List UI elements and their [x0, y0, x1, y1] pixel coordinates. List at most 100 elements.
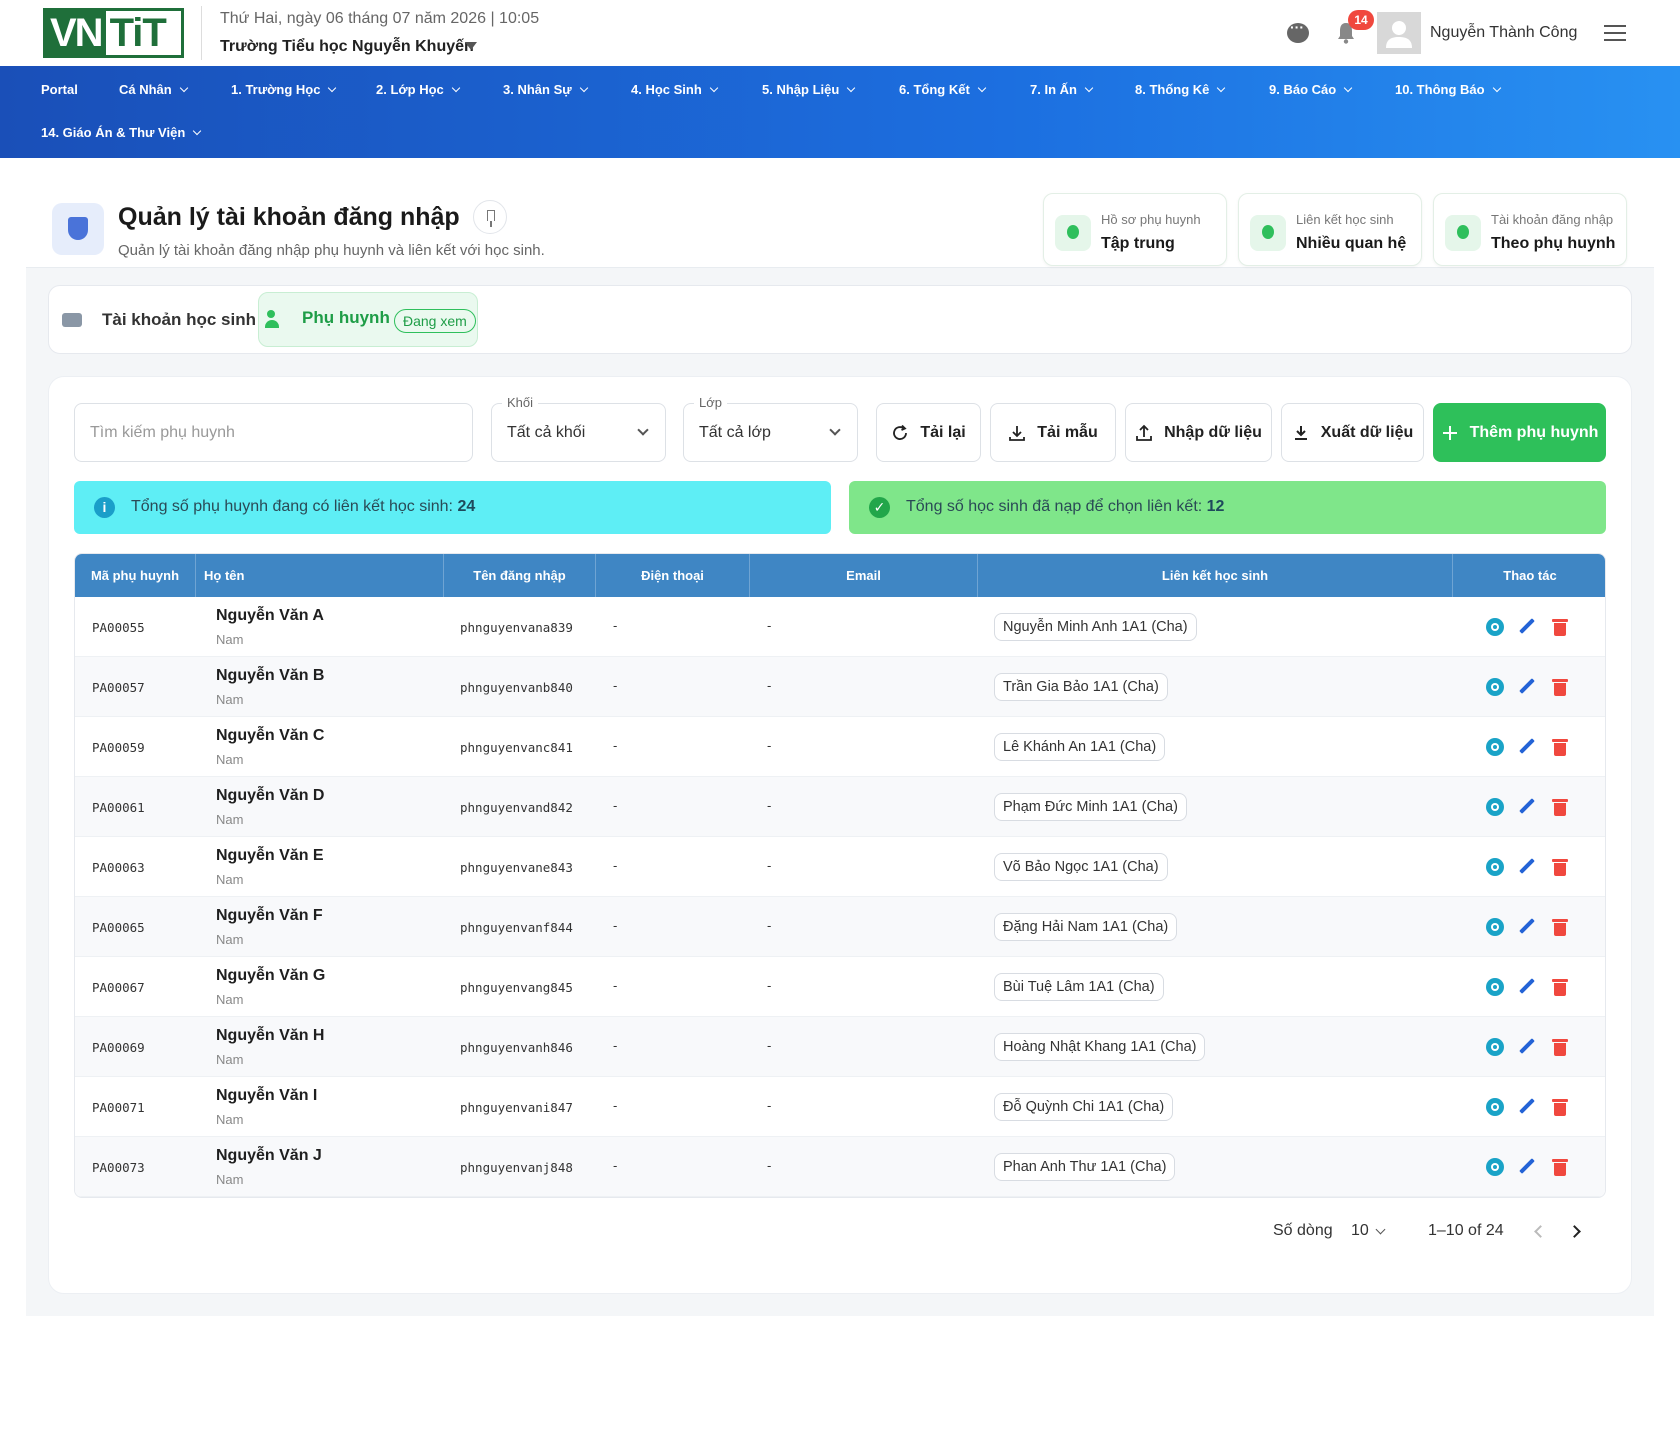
- table-row[interactable]: PA00059 Nguyễn Văn C Nam phnguyenvanc841 - - L…: [75, 717, 1605, 777]
- student-link-chip[interactable]: Võ Bảo Ngọc 1A1 (Cha): [994, 853, 1168, 881]
- column-header[interactable]: Điện thoại: [596, 554, 750, 597]
- delete-icon[interactable]: [1551, 618, 1569, 636]
- user-name[interactable]: Nguyễn Thành Công: [1430, 24, 1577, 42]
- table-row[interactable]: PA00071 Nguyễn Văn I Nam phnguyenvani847 - - Đ…: [75, 1077, 1605, 1137]
- nav-item-nhan-su[interactable]: 3. Nhân Sự: [503, 82, 588, 97]
- student-link-chip[interactable]: Nguyễn Minh Anh 1A1 (Cha): [994, 613, 1197, 641]
- student-link-chip[interactable]: Trần Gia Bảo 1A1 (Cha): [994, 673, 1168, 701]
- tab-label: Phụ huynh: [302, 308, 390, 327]
- column-header[interactable]: Họ tên: [196, 554, 444, 597]
- delete-icon[interactable]: [1551, 1038, 1569, 1056]
- column-header[interactable]: Mã phụ huynh: [75, 554, 196, 597]
- parent-gender: Nam: [216, 692, 244, 707]
- nav-item-hoc-sinh[interactable]: 4. Học Sinh: [631, 82, 719, 97]
- edit-icon[interactable]: [1518, 978, 1536, 996]
- delete-icon[interactable]: [1551, 858, 1569, 876]
- edit-icon[interactable]: [1518, 918, 1536, 936]
- parent-gender: Nam: [216, 872, 244, 887]
- view-icon[interactable]: [1486, 978, 1504, 996]
- notification-badge[interactable]: 14: [1348, 10, 1374, 30]
- table-row[interactable]: PA00057 Nguyễn Văn B Nam phnguyenvanb840 - - T…: [75, 657, 1605, 717]
- view-icon[interactable]: [1486, 738, 1504, 756]
- nav-item-in-an[interactable]: 7. In Ấn: [1030, 82, 1094, 97]
- column-header[interactable]: Email: [750, 554, 978, 597]
- column-header[interactable]: Tên đăng nhập: [444, 554, 596, 597]
- phone: -: [613, 918, 618, 933]
- table-row[interactable]: PA00063 Nguyễn Văn E Nam phnguyenvane843 - - V…: [75, 837, 1605, 897]
- student-link-chip[interactable]: Hoàng Nhật Khang 1A1 (Cha): [994, 1033, 1206, 1061]
- table-row[interactable]: PA00073 Nguyễn Văn J Nam phnguyenvanj848 - - P…: [75, 1137, 1605, 1197]
- nav-item-thong-ke[interactable]: 8. Thống Kê: [1135, 82, 1226, 97]
- delete-icon[interactable]: [1551, 1158, 1569, 1176]
- view-icon[interactable]: [1486, 618, 1504, 636]
- view-icon[interactable]: [1486, 918, 1504, 936]
- search-input[interactable]: [74, 403, 473, 462]
- table-row[interactable]: PA00067 Nguyễn Văn G Nam phnguyenvang845 - - B…: [75, 957, 1605, 1017]
- table-row[interactable]: PA00055 Nguyễn Văn A Nam phnguyenvana839 - - N…: [75, 597, 1605, 657]
- delete-icon[interactable]: [1551, 678, 1569, 696]
- student-link-chip[interactable]: Bùi Tuệ Lâm 1A1 (Cha): [994, 973, 1164, 1001]
- parent-gender: Nam: [216, 1112, 244, 1127]
- school-selector[interactable]: Trường Tiểu học Nguyễn Khuyến: [220, 38, 474, 56]
- nav-item-tong-ket[interactable]: 6. Tổng Kết: [899, 82, 987, 97]
- edit-icon[interactable]: [1518, 678, 1536, 696]
- pin-button[interactable]: [473, 200, 507, 234]
- view-icon[interactable]: [1486, 858, 1504, 876]
- student-link-chip[interactable]: Đỗ Quỳnh Chi 1A1 (Cha): [994, 1093, 1174, 1121]
- edit-icon[interactable]: [1518, 1098, 1536, 1116]
- view-icon[interactable]: [1486, 1038, 1504, 1056]
- view-icon[interactable]: [1486, 678, 1504, 696]
- edit-icon[interactable]: [1518, 798, 1536, 816]
- grade-select[interactable]: Khối Tất cả khối: [491, 395, 666, 462]
- delete-icon[interactable]: [1551, 798, 1569, 816]
- column-header[interactable]: Liên kết học sinh: [978, 554, 1453, 597]
- nav-item-nhap-lieu[interactable]: 5. Nhập Liệu: [762, 82, 856, 97]
- table-row[interactable]: PA00065 Nguyễn Văn F Nam phnguyenvanf844 - - Đ…: [75, 897, 1605, 957]
- edit-icon[interactable]: [1518, 1038, 1536, 1056]
- chat-icon[interactable]: [1287, 19, 1309, 43]
- delete-icon[interactable]: [1551, 918, 1569, 936]
- delete-icon[interactable]: [1551, 738, 1569, 756]
- hamburger-menu-icon[interactable]: [1604, 25, 1626, 41]
- class-select[interactable]: Lớp Tất cả lớp: [683, 395, 858, 462]
- column-header[interactable]: Thao tác: [1453, 554, 1605, 597]
- tab-parents[interactable]: Phụ huynh Đang xem: [258, 292, 478, 347]
- nav-item-bao-cao[interactable]: 9. Báo Cáo: [1269, 82, 1353, 97]
- page-icon: [52, 203, 104, 255]
- import-data-button[interactable]: Nhập dữ liệu: [1125, 403, 1272, 462]
- view-icon[interactable]: [1486, 1098, 1504, 1116]
- nav-item-truong-hoc[interactable]: 1. Trường Học: [231, 82, 337, 97]
- nav-item-lop-hoc[interactable]: 2. Lớp Học: [376, 82, 460, 97]
- student-link-chip[interactable]: Phan Anh Thư 1A1 (Cha): [994, 1153, 1176, 1181]
- nav-item-ca-nhan[interactable]: Cá Nhân: [119, 82, 188, 97]
- reload-button[interactable]: Tải lại: [876, 403, 981, 462]
- rows-per-page-select[interactable]: 10: [1351, 1222, 1369, 1240]
- avatar[interactable]: [1377, 12, 1421, 54]
- export-data-button[interactable]: Xuất dữ liệu: [1281, 403, 1424, 462]
- vntit-logo[interactable]: VN TiT: [43, 8, 184, 58]
- delete-icon[interactable]: [1551, 1098, 1569, 1116]
- delete-icon[interactable]: [1551, 978, 1569, 996]
- nav-item-giao-an[interactable]: 14. Giáo Án & Thư Viện: [41, 125, 202, 140]
- view-icon[interactable]: [1486, 1158, 1504, 1176]
- nav-item-thong-bao[interactable]: 10. Thông Báo: [1395, 82, 1501, 97]
- parent-name: Nguyễn Văn B: [216, 667, 325, 684]
- parent-name: Nguyễn Văn J: [216, 1147, 322, 1164]
- tab-student-accounts[interactable]: Tài khoản học sinh: [62, 300, 256, 340]
- nav-item-portal[interactable]: Portal: [41, 82, 78, 97]
- student-link-chip[interactable]: Phạm Đức Minh 1A1 (Cha): [994, 793, 1187, 821]
- edit-icon[interactable]: [1518, 738, 1536, 756]
- view-icon[interactable]: [1486, 798, 1504, 816]
- student-link-chip[interactable]: Lê Khánh An 1A1 (Cha): [994, 733, 1166, 761]
- edit-icon[interactable]: [1518, 618, 1536, 636]
- phone: -: [613, 678, 618, 693]
- table-row[interactable]: PA00061 Nguyễn Văn D Nam phnguyenvand842 - - P…: [75, 777, 1605, 837]
- add-parent-button[interactable]: Thêm phụ huynh: [1433, 403, 1606, 462]
- edit-icon[interactable]: [1518, 858, 1536, 876]
- download-template-button[interactable]: Tải mẫu: [990, 403, 1116, 462]
- phone: -: [613, 618, 618, 633]
- table-row[interactable]: PA00069 Nguyễn Văn H Nam phnguyenvanh846 - - H…: [75, 1017, 1605, 1077]
- edit-icon[interactable]: [1518, 1158, 1536, 1176]
- caret-down-icon[interactable]: [465, 42, 477, 50]
- student-link-chip[interactable]: Đặng Hải Nam 1A1 (Cha): [994, 913, 1178, 941]
